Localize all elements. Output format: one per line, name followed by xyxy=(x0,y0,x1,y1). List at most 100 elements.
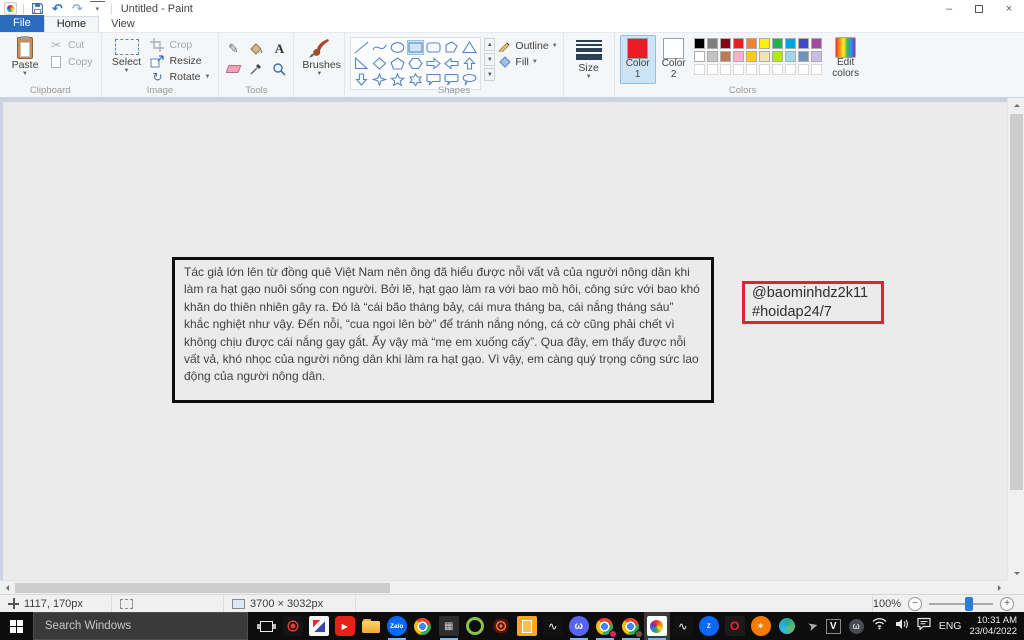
palette-swatch-empty[interactable] xyxy=(810,64,822,75)
palette-swatch-empty[interactable] xyxy=(693,64,705,75)
bird-app-2-icon[interactable]: ∿ xyxy=(670,612,696,640)
brushes-button[interactable]: Brushes ▼ xyxy=(299,35,341,84)
scroll-up-button[interactable] xyxy=(1009,98,1024,112)
size-button[interactable]: Size ▼ xyxy=(569,35,609,84)
palette-swatch[interactable] xyxy=(771,38,783,49)
shapes-scroll-up-button[interactable]: ▲ xyxy=(484,38,496,51)
file-explorer-icon[interactable] xyxy=(358,612,384,640)
shape-pentagon-icon[interactable] xyxy=(389,56,406,71)
palette-swatch[interactable] xyxy=(745,51,757,62)
shapes-more-button[interactable]: ▼ xyxy=(484,68,496,81)
calculator-icon[interactable]: ▦ xyxy=(436,612,462,640)
palette-swatch[interactable] xyxy=(732,51,744,62)
shape-right-triangle-icon[interactable] xyxy=(353,56,370,71)
restore-button[interactable] xyxy=(964,0,994,17)
color1-button[interactable]: Color 1 xyxy=(619,35,656,84)
opera-icon[interactable]: O xyxy=(722,612,748,640)
outline-button[interactable]: Outline ▼ xyxy=(498,40,558,52)
youtube-icon[interactable]: ▶ xyxy=(332,612,358,640)
zoom-slider[interactable] xyxy=(929,596,993,611)
undo-button[interactable]: ↶ xyxy=(50,1,65,16)
palette-swatch-empty[interactable] xyxy=(706,64,718,75)
shape-left-arrow-icon[interactable] xyxy=(443,56,460,71)
chrome-icon[interactable] xyxy=(410,612,436,640)
action-center-icon[interactable] xyxy=(917,617,931,635)
bird-app-icon[interactable]: ∿ xyxy=(540,612,566,640)
paint-canvas[interactable]: Tác giả lớn lên từ đồng quê Việt Nam nên… xyxy=(3,102,1007,580)
shape-oval-icon[interactable] xyxy=(389,40,406,55)
edit-colors-button[interactable]: Edit colors xyxy=(826,35,866,84)
palette-swatch-empty[interactable] xyxy=(797,64,809,75)
fill-button[interactable]: Fill ▼ xyxy=(498,56,557,68)
tab-file[interactable]: File xyxy=(0,15,44,32)
palette-swatch[interactable] xyxy=(784,51,796,62)
screen-recorder-icon[interactable] xyxy=(280,612,306,640)
qat-customize-dropdown-icon[interactable]: ▾ xyxy=(89,1,105,16)
text-tool-icon[interactable]: A xyxy=(270,40,288,57)
scroll-left-button[interactable] xyxy=(0,581,15,595)
vertical-scrollbar[interactable] xyxy=(1007,98,1024,580)
palette-swatch[interactable] xyxy=(797,38,809,49)
shape-right-arrow-icon[interactable] xyxy=(425,56,442,71)
start-button[interactable] xyxy=(0,612,33,640)
shape-diamond-icon[interactable] xyxy=(371,56,388,71)
color2-button[interactable]: Color 2 xyxy=(656,35,692,84)
magnifier-tool-icon[interactable] xyxy=(270,60,288,77)
select-button[interactable]: Select ▼ xyxy=(107,35,147,84)
v-keyboard-tray-icon[interactable]: V xyxy=(825,618,841,634)
shape-rounded-rectangle-icon[interactable] xyxy=(425,40,442,55)
chrome-profile-1-icon[interactable] xyxy=(592,612,618,640)
vertical-scroll-thumb[interactable] xyxy=(1010,114,1023,490)
color-picker-tool-icon[interactable] xyxy=(247,60,265,77)
horizontal-scroll-thumb[interactable] xyxy=(15,583,390,593)
palette-swatch-empty[interactable] xyxy=(771,64,783,75)
shape-triangle-icon[interactable] xyxy=(461,40,478,55)
palette-swatch[interactable] xyxy=(758,51,770,62)
spiral-app-icon[interactable] xyxy=(488,612,514,640)
zoom-in-button[interactable]: + xyxy=(1000,596,1014,611)
resize-button[interactable]: Resize xyxy=(147,53,214,68)
discord-icon[interactable]: ω xyxy=(566,612,592,640)
tab-home[interactable]: Home xyxy=(43,16,100,32)
send-app-icon[interactable]: ➤ xyxy=(800,612,826,640)
palette-swatch[interactable] xyxy=(771,51,783,62)
palette-swatch[interactable] xyxy=(732,38,744,49)
palette-swatch[interactable] xyxy=(810,38,822,49)
blue-messenger-icon[interactable]: Z xyxy=(696,612,722,640)
shape-up-arrow-icon[interactable] xyxy=(461,56,478,71)
rotate-button[interactable]: ↻ Rotate ▼ xyxy=(147,69,214,84)
palette-swatch-empty[interactable] xyxy=(784,64,796,75)
palette-swatch[interactable] xyxy=(719,51,731,62)
palette-swatch[interactable] xyxy=(810,51,822,62)
cut-button[interactable]: ✂ Cut xyxy=(45,37,96,53)
palette-swatch-empty[interactable] xyxy=(758,64,770,75)
volume-icon[interactable] xyxy=(895,617,909,635)
palette-swatch[interactable] xyxy=(745,38,757,49)
palette-swatch[interactable] xyxy=(693,38,705,49)
palette-swatch-empty[interactable] xyxy=(719,64,731,75)
palette-swatch[interactable] xyxy=(693,51,705,62)
tab-view[interactable]: View xyxy=(99,17,147,32)
shape-hexagon-icon[interactable] xyxy=(407,56,424,71)
wifi-icon[interactable] xyxy=(872,617,887,635)
palette-swatch[interactable] xyxy=(706,38,718,49)
language-indicator[interactable]: ENG xyxy=(939,620,962,632)
paste-button[interactable]: Paste ▼ xyxy=(5,35,45,84)
orange-app-icon[interactable] xyxy=(514,612,540,640)
zalo-icon[interactable]: Zalo xyxy=(384,612,410,640)
palette-swatch[interactable] xyxy=(758,38,770,49)
discord-tray-icon[interactable]: ω xyxy=(848,618,864,634)
pencil-tool-icon[interactable]: ✎ xyxy=(224,40,242,57)
video-editor-icon[interactable] xyxy=(306,612,332,640)
shape-rectangle-icon[interactable] xyxy=(407,40,425,55)
palette-swatch[interactable] xyxy=(706,51,718,62)
eraser-tool-icon[interactable] xyxy=(224,60,242,77)
zoom-out-button[interactable]: − xyxy=(908,596,922,611)
scroll-down-button[interactable] xyxy=(1009,566,1024,580)
shape-line-icon[interactable] xyxy=(353,40,370,55)
scroll-right-button[interactable] xyxy=(992,581,1007,595)
copy-button[interactable]: Copy xyxy=(45,54,96,70)
palette-swatch-empty[interactable] xyxy=(745,64,757,75)
minimize-button[interactable]: – xyxy=(934,0,964,17)
task-view-button[interactable] xyxy=(254,612,280,640)
